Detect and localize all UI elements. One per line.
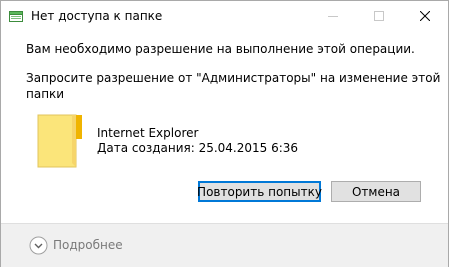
request-message-line-1: Запросите разрешение от "Администраторы"… (26, 71, 441, 85)
chevron-down-icon[interactable] (29, 236, 48, 255)
minimize-button[interactable] (310, 1, 356, 30)
close-icon (420, 10, 430, 21)
details-toggle-label[interactable]: Подробнее (53, 238, 123, 253)
title-bar[interactable]: Нет доступа к папке (1, 1, 448, 31)
access-denied-dialog: Нет доступа к папке Вам необходимо разре… (0, 0, 449, 267)
request-message-line-2: папки (26, 87, 65, 101)
cancel-button[interactable]: Отмена (331, 181, 421, 202)
permission-message: Вам необходимо разрешение на выполнение … (26, 42, 415, 56)
retry-button[interactable]: Повторить попытку (197, 181, 322, 202)
minimize-icon (328, 11, 338, 21)
details-footer: Подробнее (1, 223, 448, 267)
close-button[interactable] (402, 1, 448, 30)
maximize-icon (374, 10, 384, 21)
folder-name: Internet Explorer (97, 126, 199, 140)
folder-created-date: Дата создания: 25.04.2015 6:36 (97, 141, 299, 155)
window-title: Нет доступа к папке (31, 9, 163, 23)
folder-app-icon (9, 10, 23, 22)
folder-icon (36, 113, 84, 169)
maximize-button[interactable] (356, 1, 402, 30)
